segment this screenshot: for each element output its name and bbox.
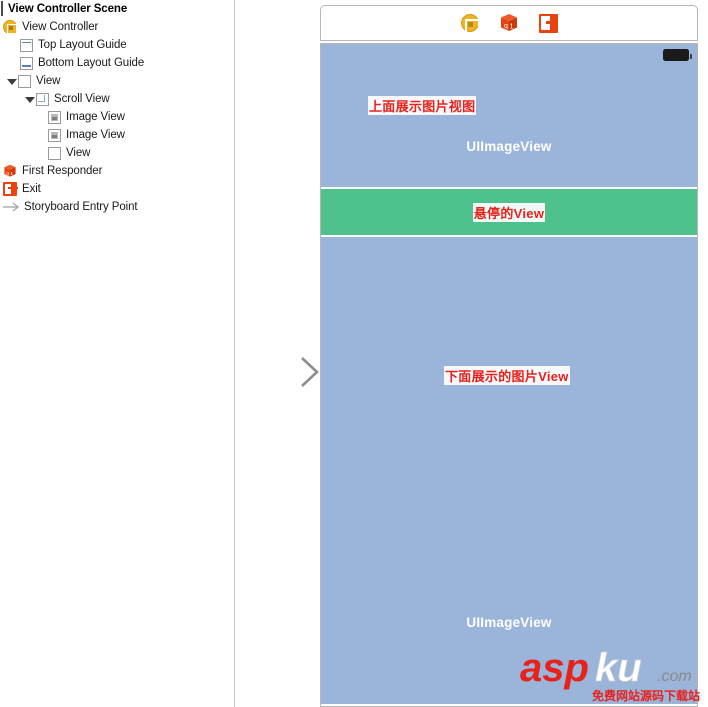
view-controller-icon (3, 20, 17, 34)
outline-row[interactable]: View (0, 72, 234, 90)
scene-dock-toolbar: q 1 (320, 5, 698, 41)
device-screen: 上面展示图片视图 UIImageView 悬停的View 下面展示的图片View… (320, 43, 698, 707)
panel-divider (234, 0, 235, 707)
svg-text:q: q (6, 172, 9, 177)
top-layout-guide-icon (20, 38, 33, 52)
disclosure-triangle-icon[interactable] (6, 76, 17, 87)
outline-row-label: Top Layout Guide (38, 39, 127, 51)
outline-row[interactable]: Storyboard Entry Point (0, 198, 234, 216)
view-controller-icon[interactable] (460, 14, 480, 34)
bottom-image-view-placeholder-label: UIImageView (466, 615, 552, 630)
svg-text:1: 1 (509, 24, 513, 31)
outline-row-label: View Controller (22, 21, 99, 33)
top-image-view[interactable]: 上面展示图片视图 UIImageView (321, 44, 697, 189)
storyboard-entry-arrow-icon (3, 201, 20, 213)
top-image-view-annotation: 上面展示图片视图 (368, 96, 477, 115)
scene-title: View Controller Scene (0, 0, 234, 18)
outline-row[interactable]: q 1 First Responder (0, 162, 234, 180)
outline-row-label: Storyboard Entry Point (24, 201, 138, 213)
exit-icon (3, 182, 17, 196)
bottom-layout-guide-icon (20, 56, 33, 70)
document-outline-panel: View Controller Scene View Controller Top… (0, 0, 234, 707)
view-icon (48, 146, 61, 160)
bottom-image-view-annotation: 下面展示的图片View (444, 366, 570, 385)
outline-tree: View Controller Top Layout Guide Bottom La… (0, 18, 234, 216)
outline-row[interactable]: Image View (0, 108, 234, 126)
outline-row[interactable]: Scroll View (0, 90, 234, 108)
exit-icon[interactable] (538, 13, 558, 33)
floating-view-annotation: 悬停的View (472, 202, 546, 222)
storyboard-canvas: q 1 上面展示图片视图 UIImageView 悬停的View 下面展示的图片… (320, 5, 698, 707)
view-icon (18, 74, 31, 88)
first-responder-icon[interactable]: q 1 (499, 13, 519, 33)
battery-icon (663, 49, 692, 61)
outline-row-label: Image View (66, 129, 125, 141)
screenshot-root: View Controller Scene View Controller Top… (0, 0, 708, 707)
scroll-view-icon (36, 92, 49, 106)
outline-row-label: First Responder (22, 165, 103, 177)
svg-text:1: 1 (10, 171, 13, 177)
top-image-view-placeholder-label: UIImageView (466, 139, 552, 154)
outline-row[interactable]: Bottom Layout Guide (0, 54, 234, 72)
outline-row-label: Exit (22, 183, 41, 195)
outline-row[interactable]: Exit (0, 180, 234, 198)
outline-row[interactable]: View Controller (0, 18, 234, 36)
svg-text:q: q (504, 23, 508, 30)
outline-row[interactable]: Image View (0, 126, 234, 144)
outline-row-label: Image View (66, 111, 125, 123)
outline-row-label: Scroll View (54, 93, 110, 105)
outline-row[interactable]: View (0, 144, 234, 162)
image-view-icon (48, 110, 61, 124)
disclosure-triangle-icon[interactable] (24, 94, 35, 105)
bottom-image-view[interactable]: 下面展示的图片View UIImageView (321, 237, 697, 704)
flow-arrow-icon (236, 356, 320, 388)
outline-row-label: View (66, 147, 91, 159)
first-responder-icon: q1 (3, 164, 17, 178)
outline-row-label: View (36, 75, 61, 87)
floating-view[interactable]: 悬停的View (321, 189, 697, 237)
image-view-icon (48, 128, 61, 142)
outline-row[interactable]: Top Layout Guide (0, 36, 234, 54)
outline-row-label: Bottom Layout Guide (38, 57, 145, 69)
